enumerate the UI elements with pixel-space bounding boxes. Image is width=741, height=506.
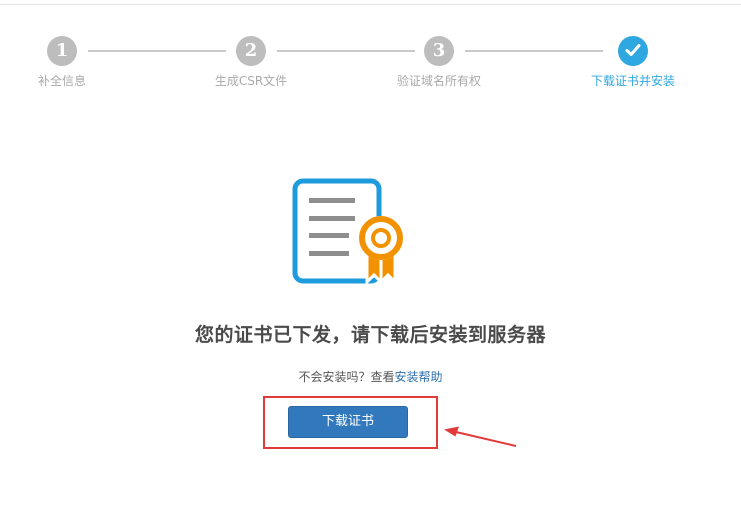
step-4-circle: [618, 36, 648, 66]
step-3-label: 验证域名所有权: [396, 74, 482, 88]
step-connector-3: [465, 50, 603, 52]
check-icon: [625, 44, 641, 56]
step-3-number: 3: [432, 40, 446, 61]
step-2-circle: 2: [236, 36, 266, 66]
help-prefix: 不会安装吗？查看: [298, 370, 395, 384]
step-3-circle: 3: [424, 36, 454, 66]
install-help-link[interactable]: 安装帮助: [395, 370, 443, 384]
step-2-number: 2: [244, 40, 258, 61]
step-4-label: 下载证书并安装: [590, 74, 676, 88]
step-1-label: 补全信息: [37, 74, 87, 88]
red-arrow-icon: [444, 426, 517, 447]
step-2-label: 生成CSR文件: [214, 74, 288, 88]
top-border: [0, 4, 741, 5]
step-1-number: 1: [55, 40, 69, 61]
step-1-circle: 1: [47, 36, 77, 66]
download-certificate-button[interactable]: 下载证书: [288, 406, 408, 438]
certificate-icon: [292, 178, 403, 286]
step-connector-2: [277, 50, 415, 52]
step-connector-1: [88, 50, 226, 52]
help-line: 不会安装吗？查看安装帮助: [0, 368, 741, 385]
headline: 您的证书已下发，请下载后安装到服务器: [194, 324, 546, 346]
